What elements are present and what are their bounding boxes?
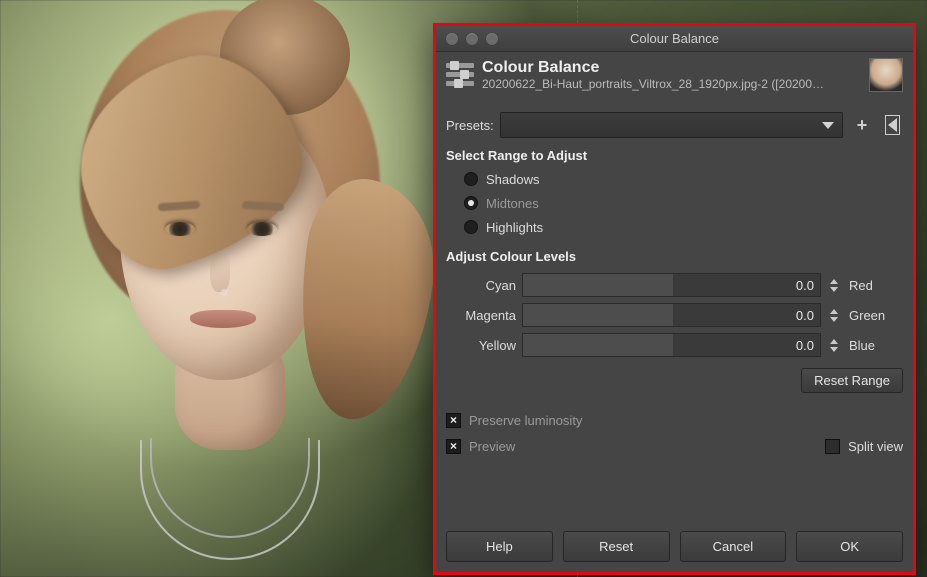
preview-check[interactable]: Preview [469,439,515,454]
slider-spinner[interactable] [827,273,841,297]
slider-right-label: Blue [849,338,903,353]
split-view-check[interactable]: Split view [825,439,903,454]
range-section-title: Select Range to Adjust [446,148,903,163]
slider-left-label: Yellow [446,338,516,353]
chevron-down-icon[interactable] [830,347,838,352]
slider-spinner[interactable] [827,333,841,357]
chevron-up-icon[interactable] [830,339,838,344]
preset-add-button[interactable]: + [851,114,873,136]
slider-value: 0.0 [796,274,814,296]
checkbox-icon: × [446,413,461,428]
plus-icon: + [857,116,868,134]
preset-menu-button[interactable] [881,114,903,136]
chevron-down-icon[interactable] [830,317,838,322]
slider-left-label: Cyan [446,278,516,293]
slider-spinner[interactable] [827,303,841,327]
dialog-header: Colour Balance 20200622_Bi-Haut_portrait… [436,52,913,100]
sliders-icon [446,61,474,89]
triangle-left-icon [888,118,897,132]
checkbox-icon [825,439,840,454]
chevron-up-icon[interactable] [830,279,838,284]
slider-right-label: Green [849,308,903,323]
chevron-down-icon [822,122,834,129]
range-highlights[interactable]: Highlights [464,215,903,239]
slider-cyan-red: Cyan 0.0 Red [446,270,903,300]
presets-combo[interactable] [500,112,843,138]
dialog-subtitle: 20200622_Bi-Haut_portraits_Viltrox_28_19… [482,77,861,91]
slider-yellow-blue: Yellow 0.0 Blue [446,330,903,360]
preserve-luminosity-check[interactable]: × Preserve luminosity [446,407,903,433]
range-radio-group: Shadows Midtones Highlights [446,167,903,239]
portrait-photo [0,0,430,577]
chevron-up-icon[interactable] [830,309,838,314]
slider-right-label: Red [849,278,903,293]
cancel-button[interactable]: Cancel [680,531,787,562]
chevron-down-icon[interactable] [830,287,838,292]
slider-magenta-green: Magenta 0.0 Green [446,300,903,330]
range-midtones[interactable]: Midtones [464,191,903,215]
slider-track[interactable]: 0.0 [522,333,821,357]
slider-track[interactable]: 0.0 [522,303,821,327]
slider-value: 0.0 [796,304,814,326]
dialog-title: Colour Balance [482,59,861,77]
slider-left-label: Magenta [446,308,516,323]
slider-track[interactable]: 0.0 [522,273,821,297]
image-thumbnail[interactable] [869,58,903,92]
colour-balance-dialog: Colour Balance Colour Balance 20200622_B… [433,23,916,575]
presets-label: Presets: [446,118,494,133]
slider-value: 0.0 [796,334,814,356]
titlebar[interactable]: Colour Balance [436,26,913,52]
window-title: Colour Balance [436,31,913,46]
levels-section-title: Adjust Colour Levels [446,249,903,264]
dialog-button-bar: Help Reset Cancel OK [446,531,903,562]
reset-range-button[interactable]: Reset Range [801,368,903,393]
checkbox-icon: × [446,439,461,454]
range-shadows[interactable]: Shadows [464,167,903,191]
help-button[interactable]: Help [446,531,553,562]
ok-button[interactable]: OK [796,531,903,562]
reset-button[interactable]: Reset [563,531,670,562]
